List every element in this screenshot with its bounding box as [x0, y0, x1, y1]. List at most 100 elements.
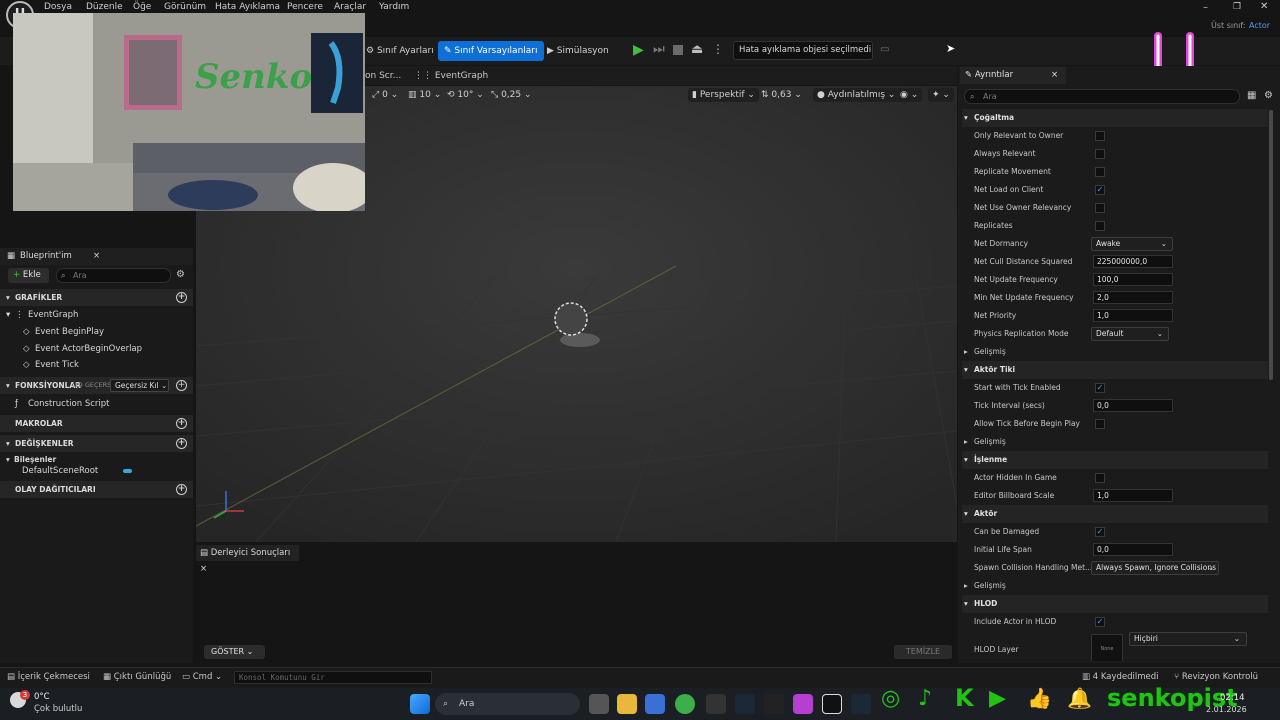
more-options-icon[interactable]: ⋮: [712, 42, 724, 56]
menu-view[interactable]: Görünüm: [164, 2, 206, 12]
event-item[interactable]: ◇ Event BeginPlay: [0, 324, 193, 341]
maximize-button[interactable]: ❐: [1233, 2, 1241, 12]
variables-section[interactable]: ▾ DEĞİŞKENLER +: [0, 435, 193, 452]
add-variable-icon[interactable]: +: [176, 438, 187, 449]
override-dropdown[interactable]: Geçersiz Kıl ⌄: [110, 379, 169, 392]
tick-interval-input[interactable]: 0,0: [1093, 399, 1173, 412]
allow-tick-checkbox[interactable]: [1095, 419, 1105, 429]
actor-hidden-checkbox[interactable]: [1095, 473, 1105, 483]
steam-icon[interactable]: [735, 694, 755, 714]
advanced-expander[interactable]: ▸ Gelişmiş: [962, 343, 1268, 361]
show-button[interactable]: GÖSTER ⌄: [204, 645, 265, 659]
add-function-icon[interactable]: +: [176, 380, 187, 391]
initial-life-span-input[interactable]: 0,0: [1093, 543, 1173, 556]
blueprint-search-input[interactable]: ⌕ Ara: [56, 268, 171, 283]
clock-time[interactable]: 02:14: [1220, 693, 1245, 703]
grid-size-control[interactable]: ▥ 10 ⌄: [408, 88, 441, 102]
only-relevant-checkbox[interactable]: [1095, 131, 1105, 141]
stop-icon[interactable]: [673, 45, 683, 55]
hlod-layer-dropdown[interactable]: Hiçbiri ⌄: [1129, 632, 1247, 646]
replicates-checkbox[interactable]: [1095, 221, 1105, 231]
replication-section[interactable]: ▾ Çoğaltma: [962, 109, 1268, 127]
lighting-mode-button[interactable]: ● Aydınlatılmış ⌄: [813, 88, 900, 102]
event-graph-item[interactable]: ▾ ⋮ EventGraph: [0, 307, 193, 324]
menu-help[interactable]: Yardım: [379, 2, 409, 12]
scale-snap-control[interactable]: ⤡ 0,25 ⌄: [491, 88, 532, 102]
default-scene-root-variable[interactable]: DefaultSceneRoot: [0, 463, 193, 480]
event-item[interactable]: ◇ Event ActorBeginOverlap: [0, 341, 193, 358]
min-net-update-input[interactable]: 2,0: [1093, 291, 1173, 304]
eject-icon[interactable]: ⏏: [691, 42, 703, 57]
simulation-button[interactable]: ▶ Simülasyon: [541, 41, 615, 61]
viewport-settings-button[interactable]: ✦ ⌄: [928, 88, 954, 102]
content-drawer-button[interactable]: ▤ İçerik Çekmecesi: [7, 672, 90, 682]
class-defaults-button[interactable]: ✎ Sınıf Varsayılanları: [438, 41, 544, 61]
debug-object-select[interactable]: Hata ayıklama objesi seçilmedi ⌄: [733, 41, 873, 72]
net-cull-distance-input[interactable]: 225000000,0: [1093, 255, 1173, 268]
details-search-input[interactable]: ⌕ Ara: [964, 89, 1240, 104]
actor-section[interactable]: ▾ Aktör: [962, 505, 1268, 523]
owner-relevancy-checkbox[interactable]: [1095, 203, 1105, 213]
advanced-expander[interactable]: ▸ Gelişmiş: [962, 433, 1268, 451]
tab-event-graph[interactable]: ⋮⋮ EventGraph: [414, 68, 488, 84]
construction-script-item[interactable]: ƒ Construction Script: [0, 396, 193, 413]
rendering-section[interactable]: ▾ İşlenme: [962, 451, 1268, 469]
compiler-results-tab[interactable]: ▤ Derleyici Sonuçları ×: [196, 545, 299, 574]
app-purple-icon[interactable]: [793, 694, 813, 714]
net-dormancy-dropdown[interactable]: Awake ⌄: [1091, 237, 1173, 251]
always-relevant-checkbox[interactable]: [1095, 149, 1105, 159]
menu-file[interactable]: Dosya: [44, 2, 72, 12]
epic-games-icon[interactable]: [764, 694, 784, 714]
include-hlod-checkbox[interactable]: ✓: [1095, 617, 1105, 627]
details-scrollbar[interactable]: [1269, 110, 1273, 380]
physics-replication-dropdown[interactable]: Default ⌄: [1091, 327, 1169, 341]
blueprint-settings-gear-icon[interactable]: ⚙: [176, 269, 185, 280]
revision-control-button[interactable]: ⑂ Revizyon Kontrolü: [1174, 672, 1258, 682]
add-dispatcher-icon[interactable]: +: [176, 484, 187, 495]
file-explorer-icon[interactable]: [617, 694, 637, 714]
macros-section[interactable]: MAKROLAR +: [0, 415, 193, 432]
menu-debug[interactable]: Hata Ayıklama: [215, 2, 280, 12]
steam-window-icon[interactable]: [851, 694, 871, 714]
taskbar-search[interactable]: ⌕ Ara: [435, 693, 580, 715]
replicate-movement-checkbox[interactable]: [1095, 167, 1105, 177]
step-icon[interactable]: ⏭: [653, 42, 665, 57]
perspective-button[interactable]: ▮ Perspektif ⌄: [688, 88, 759, 102]
clear-button[interactable]: TEMİZLE: [894, 645, 952, 659]
task-view-icon[interactable]: [589, 694, 609, 714]
close-tab-icon[interactable]: ×: [200, 564, 207, 574]
menu-window[interactable]: Pencere: [287, 2, 323, 12]
billboard-scale-input[interactable]: 1,0: [1093, 489, 1173, 502]
graphs-section[interactable]: ▾ GRAFİKLER +: [0, 289, 193, 306]
app-icon[interactable]: [706, 694, 726, 714]
unreal-editor-icon[interactable]: [822, 694, 842, 714]
menu-edit[interactable]: Düzenle: [86, 2, 123, 12]
close-window-button[interactable]: ✕: [1260, 1, 1268, 12]
net-update-frequency-input[interactable]: 100,0: [1093, 273, 1173, 286]
windows-start-icon[interactable]: [410, 694, 430, 714]
start-tick-checkbox[interactable]: ✓: [1095, 383, 1105, 393]
net-priority-input[interactable]: 1,0: [1093, 309, 1173, 322]
menu-asset[interactable]: Öğe: [133, 2, 151, 12]
close-tab-icon[interactable]: ×: [1051, 67, 1058, 84]
details-tab[interactable]: ✎ Ayrıntılar ×: [960, 67, 1066, 84]
tab-construction-script[interactable]: on Scr...: [365, 68, 401, 84]
menu-tools[interactable]: Araçlar: [334, 2, 366, 12]
chrome-icon[interactable]: [675, 694, 695, 714]
table-view-icon[interactable]: ▦: [1247, 90, 1256, 101]
unsaved-button[interactable]: ▥ 4 Kaydedilmedi: [1082, 672, 1159, 682]
actor-tick-section[interactable]: ▾ Aktör Tiki: [962, 361, 1268, 379]
fov-control[interactable]: ⇅ 0,63 ⌄: [761, 88, 802, 102]
grid-snap-control[interactable]: ⤢ 0 ⌄: [372, 88, 398, 102]
details-settings-gear-icon[interactable]: ⚙: [1264, 90, 1273, 101]
close-tab-icon[interactable]: ×: [93, 248, 100, 265]
rotation-snap-control[interactable]: ⟲ 10° ⌄: [447, 88, 484, 102]
net-load-checkbox[interactable]: ✓: [1095, 185, 1105, 195]
cmd-dropdown[interactable]: ▭ Cmd ⌄: [182, 672, 222, 682]
class-settings-button[interactable]: ⚙ Sınıf Ayarları: [360, 41, 440, 61]
hlod-section[interactable]: ▾ HLOD: [962, 595, 1268, 613]
parent-class-link[interactable]: Actor: [1249, 21, 1270, 30]
play-icon[interactable]: ▶: [633, 42, 644, 58]
can-be-damaged-checkbox[interactable]: ✓: [1095, 527, 1105, 537]
show-flags-button[interactable]: ◉ ⌄: [896, 88, 923, 102]
